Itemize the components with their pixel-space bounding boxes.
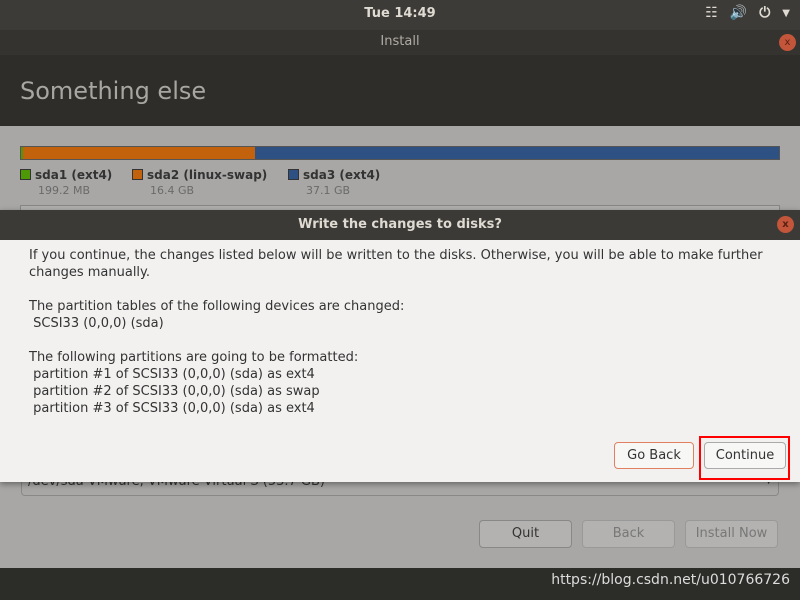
chevron-down-icon[interactable]: ▼	[782, 5, 790, 21]
changed-table: SCSI33 (0,0,0) (sda)	[33, 316, 164, 331]
format-item: partition #2 of SCSI33 (0,0,0) (sda) as …	[33, 384, 320, 399]
legend-sda1: sda1 (ext4) 199.2 MB	[20, 168, 112, 197]
watermark-bar: https://blog.csdn.net/u010766726	[0, 568, 800, 600]
window-titlebar: Install x	[0, 30, 800, 55]
dialog-intro: If you continue, the changes listed belo…	[29, 248, 763, 280]
highlight-box	[699, 436, 790, 480]
format-item: partition #1 of SCSI33 (0,0,0) (sda) as …	[33, 367, 315, 382]
partition-label: sda1 (ext4)	[35, 168, 113, 182]
page-header: Something else	[0, 55, 800, 126]
quit-button[interactable]: Quit	[479, 520, 572, 548]
watermark: https://blog.csdn.net/u010766726	[551, 572, 790, 588]
dialog-close-button[interactable]: x	[777, 216, 794, 233]
partition-size: 199.2 MB	[38, 184, 91, 197]
partition-label: sda2 (linux-swap)	[147, 168, 268, 182]
color-swatch	[20, 169, 31, 180]
dialog-body: If you continue, the changes listed belo…	[0, 240, 800, 441]
format-item: partition #3 of SCSI33 (0,0,0) (sda) as …	[33, 401, 315, 416]
dialog-title: Write the changes to disks?	[298, 217, 502, 232]
window-title: Install	[380, 34, 420, 49]
back-button[interactable]: Back	[582, 520, 675, 548]
top-panel: Tue 14:49 ☷ 🔊 ⏻ ▼	[0, 0, 800, 30]
partition-size: 16.4 GB	[150, 184, 195, 197]
confirm-dialog: Write the changes to disks? x If you con…	[0, 210, 800, 482]
volume-icon[interactable]: 🔊	[730, 5, 747, 21]
power-icon[interactable]: ⏻	[759, 5, 770, 21]
partition-bar	[20, 146, 780, 160]
install-now-button[interactable]: Install Now	[685, 520, 778, 548]
partition-size: 37.1 GB	[306, 184, 351, 197]
page-title: Something else	[20, 77, 207, 105]
legend-sda2: sda2 (linux-swap) 16.4 GB	[132, 168, 267, 197]
color-swatch	[288, 169, 299, 180]
partition-segment-sda3	[255, 147, 779, 159]
format-heading: The following partitions are going to be…	[29, 350, 359, 365]
legend-sda3: sda3 (ext4) 37.1 GB	[288, 168, 380, 197]
color-swatch	[132, 169, 143, 180]
dialog-titlebar: Write the changes to disks? x	[0, 210, 800, 240]
system-tray[interactable]: ☷ 🔊 ⏻ ▼	[705, 5, 790, 21]
window-close-button[interactable]: x	[779, 34, 796, 51]
clock[interactable]: Tue 14:49	[0, 6, 800, 21]
tables-heading: The partition tables of the following de…	[29, 299, 405, 314]
partition-label: sda3 (ext4)	[303, 168, 381, 182]
partition-segment-sda2	[23, 147, 255, 159]
go-back-button[interactable]: Go Back	[614, 442, 694, 469]
network-icon[interactable]: ☷	[705, 5, 718, 21]
